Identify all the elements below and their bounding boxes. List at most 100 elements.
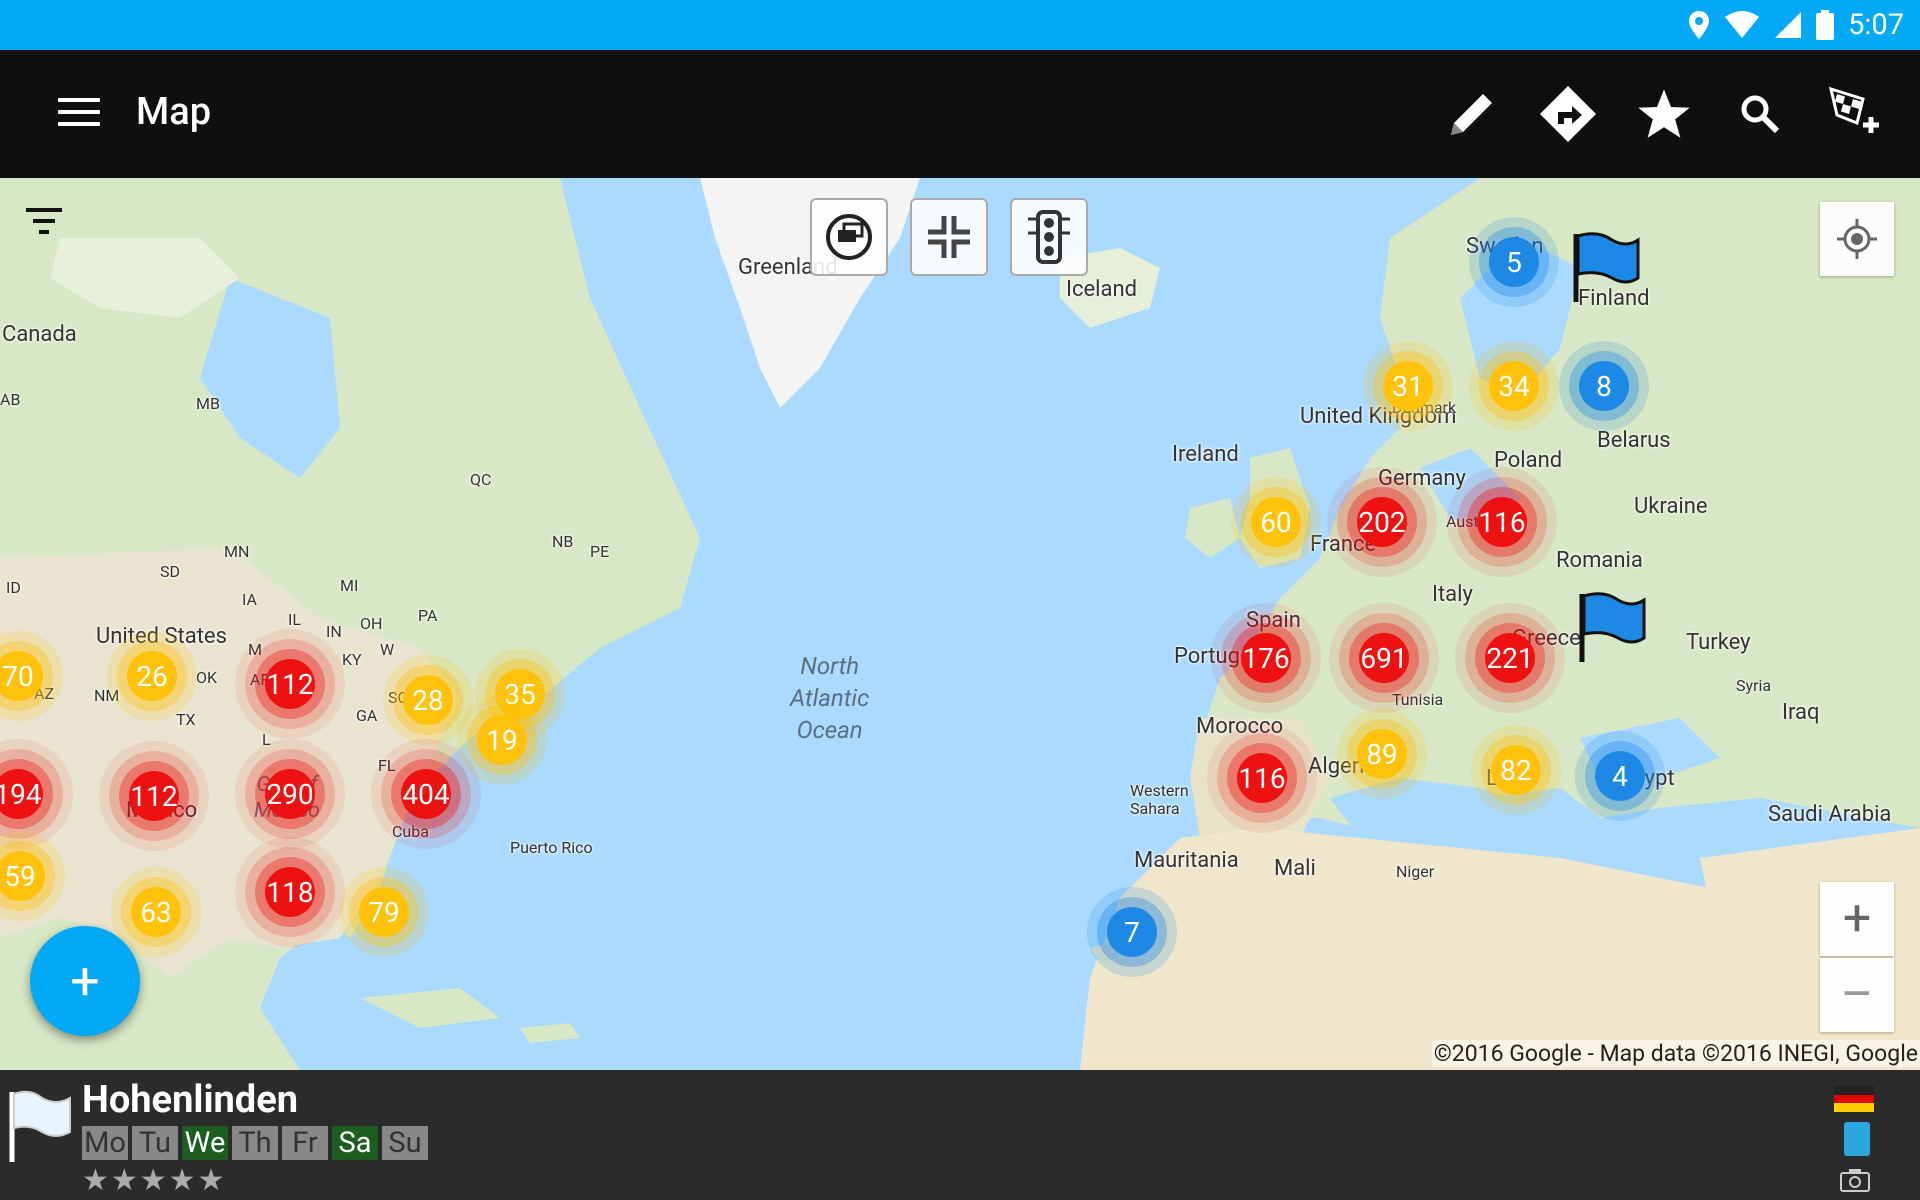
map-copyright: ©2016 Google - Map data ©2016 INEGI, Goo… bbox=[1431, 1040, 1920, 1067]
label-germany: Germany bbox=[1378, 466, 1466, 491]
compress-button[interactable] bbox=[910, 198, 988, 276]
status-bar: 5:07 bbox=[0, 0, 1920, 50]
label-belarus: Belarus bbox=[1597, 428, 1671, 453]
label-poland: Poland bbox=[1494, 448, 1563, 473]
cluster-marker[interactable]: 82 bbox=[1491, 745, 1541, 795]
label-tx: TX bbox=[176, 710, 196, 729]
directions-icon bbox=[1540, 86, 1596, 142]
label-iraq: Iraq bbox=[1782, 700, 1820, 725]
add-checkered-flag-icon bbox=[1828, 86, 1879, 133]
day-friday: Fr bbox=[282, 1126, 328, 1160]
cluster-marker[interactable]: 26 bbox=[127, 651, 177, 701]
cluster-marker[interactable]: 35 bbox=[495, 669, 545, 719]
filter-icon[interactable] bbox=[24, 206, 64, 238]
cluster-marker[interactable]: 404 bbox=[401, 769, 451, 819]
germany-flag-icon bbox=[1834, 1086, 1874, 1112]
cluster-marker[interactable]: 8 bbox=[1579, 361, 1629, 411]
label-ga: GA bbox=[356, 706, 378, 725]
traffic-button[interactable] bbox=[1010, 198, 1088, 276]
flag-marker-icon[interactable] bbox=[1568, 230, 1644, 306]
day-saturday: Sa bbox=[332, 1126, 378, 1160]
label-united-states: United States bbox=[96, 624, 227, 649]
label-nb: NB bbox=[552, 532, 574, 551]
cluster-marker[interactable]: 290 bbox=[265, 769, 315, 819]
cluster-marker[interactable]: 176 bbox=[1241, 633, 1291, 683]
location-icon bbox=[1689, 11, 1710, 39]
day-sunday: Su bbox=[382, 1126, 428, 1160]
wifi-icon bbox=[1725, 11, 1760, 38]
cluster-marker[interactable]: 118 bbox=[265, 867, 315, 917]
cluster-marker[interactable]: 5 bbox=[1489, 237, 1539, 287]
label-ukraine: Ukraine bbox=[1634, 494, 1708, 519]
map-view[interactable]: Greenland Iceland Canada Sweden Finland … bbox=[0, 178, 1920, 1070]
label-mauritania: Mauritania bbox=[1134, 848, 1239, 873]
label-ireland: Ireland bbox=[1172, 442, 1239, 467]
flag-icon bbox=[9, 1090, 71, 1162]
label-canada: Canada bbox=[2, 322, 77, 347]
cluster-marker[interactable]: 7 bbox=[1107, 907, 1157, 957]
cluster-marker[interactable]: 89 bbox=[1357, 729, 1407, 779]
edit-button[interactable] bbox=[1438, 80, 1506, 148]
status-icons: 5:07 bbox=[1688, 0, 1904, 50]
flag-marker-icon[interactable] bbox=[1574, 590, 1650, 666]
label-niger: Niger bbox=[1396, 862, 1435, 881]
label-puerto-rico: Puerto Rico bbox=[510, 838, 593, 857]
my-location-button[interactable] bbox=[1820, 202, 1894, 276]
label-ky: KY bbox=[342, 650, 362, 669]
cluster-marker[interactable]: 691 bbox=[1359, 633, 1409, 683]
cluster-marker[interactable]: 34 bbox=[1489, 361, 1539, 411]
label-mali: Mali bbox=[1274, 856, 1316, 881]
page-title: Map bbox=[136, 90, 212, 134]
cluster-marker[interactable]: 19 bbox=[477, 715, 527, 765]
label-mi: MI bbox=[340, 576, 359, 595]
label-western-sahara: Western Sahara bbox=[1130, 781, 1189, 818]
opening-days: Mo Tu We Th Fr Sa Su bbox=[82, 1126, 428, 1160]
battery-icon bbox=[1816, 10, 1835, 40]
day-thursday: Th bbox=[232, 1126, 278, 1160]
cluster-marker[interactable]: 116 bbox=[1237, 753, 1287, 803]
cluster-marker[interactable]: 4 bbox=[1595, 751, 1645, 801]
label-ia: IA bbox=[242, 590, 257, 609]
label-morocco: Morocco bbox=[1196, 714, 1284, 739]
label-cuba: Cuba bbox=[392, 822, 429, 841]
search-button[interactable] bbox=[1726, 80, 1794, 148]
label-pe: PE bbox=[590, 542, 610, 561]
menu-icon[interactable] bbox=[58, 98, 100, 130]
directions-button[interactable] bbox=[1534, 80, 1602, 148]
zoom-out-button[interactable]: – bbox=[1820, 958, 1894, 1032]
rating-stars: ★★★★★ bbox=[82, 1163, 227, 1198]
label-syria: Syria bbox=[1736, 676, 1772, 695]
cluster-marker[interactable]: 28 bbox=[403, 675, 453, 725]
poi-info-panel[interactable]: Hohenlinden Mo Tu We Th Fr Sa Su ★★★★★ bbox=[0, 1070, 1920, 1200]
cluster-marker[interactable]: 60 bbox=[1251, 497, 1301, 547]
cluster-marker[interactable]: 112 bbox=[265, 659, 315, 709]
label-nm: NM bbox=[94, 686, 120, 705]
cluster-marker[interactable]: 112 bbox=[129, 771, 179, 821]
cluster-marker[interactable]: 202 bbox=[1357, 497, 1407, 547]
label-il: IL bbox=[288, 610, 301, 629]
label-ocean: North Atlantic Ocean bbox=[790, 652, 870, 744]
cluster-marker[interactable]: 63 bbox=[131, 887, 181, 937]
cluster-marker[interactable]: 116 bbox=[1477, 497, 1527, 547]
hide-markers-button[interactable] bbox=[810, 198, 888, 276]
label-iceland: Iceland bbox=[1066, 277, 1138, 302]
cluster-marker[interactable]: 221 bbox=[1485, 633, 1535, 683]
add-flag-button[interactable] bbox=[1822, 80, 1890, 148]
label-oh: OH bbox=[360, 614, 383, 633]
edit-icon bbox=[1451, 94, 1492, 135]
label-wv: W bbox=[380, 640, 395, 659]
my-location-icon bbox=[1837, 219, 1877, 259]
label-ab: AB bbox=[0, 390, 21, 409]
cluster-marker[interactable]: 31 bbox=[1383, 361, 1433, 411]
label-in: IN bbox=[326, 622, 342, 641]
favorite-button[interactable] bbox=[1630, 80, 1698, 148]
add-fab-button[interactable]: + bbox=[30, 926, 140, 1036]
label-saudi-arabia: Saudi Arabia bbox=[1768, 802, 1892, 827]
zoom-in-button[interactable]: + bbox=[1820, 882, 1894, 956]
cluster-marker[interactable]: 79 bbox=[359, 887, 409, 937]
poi-name: Hohenlinden bbox=[82, 1078, 299, 1122]
traffic-light-icon bbox=[1028, 210, 1070, 264]
label-id: ID bbox=[6, 578, 21, 597]
label-la: L bbox=[262, 730, 271, 749]
label-mb: MB bbox=[196, 394, 220, 413]
